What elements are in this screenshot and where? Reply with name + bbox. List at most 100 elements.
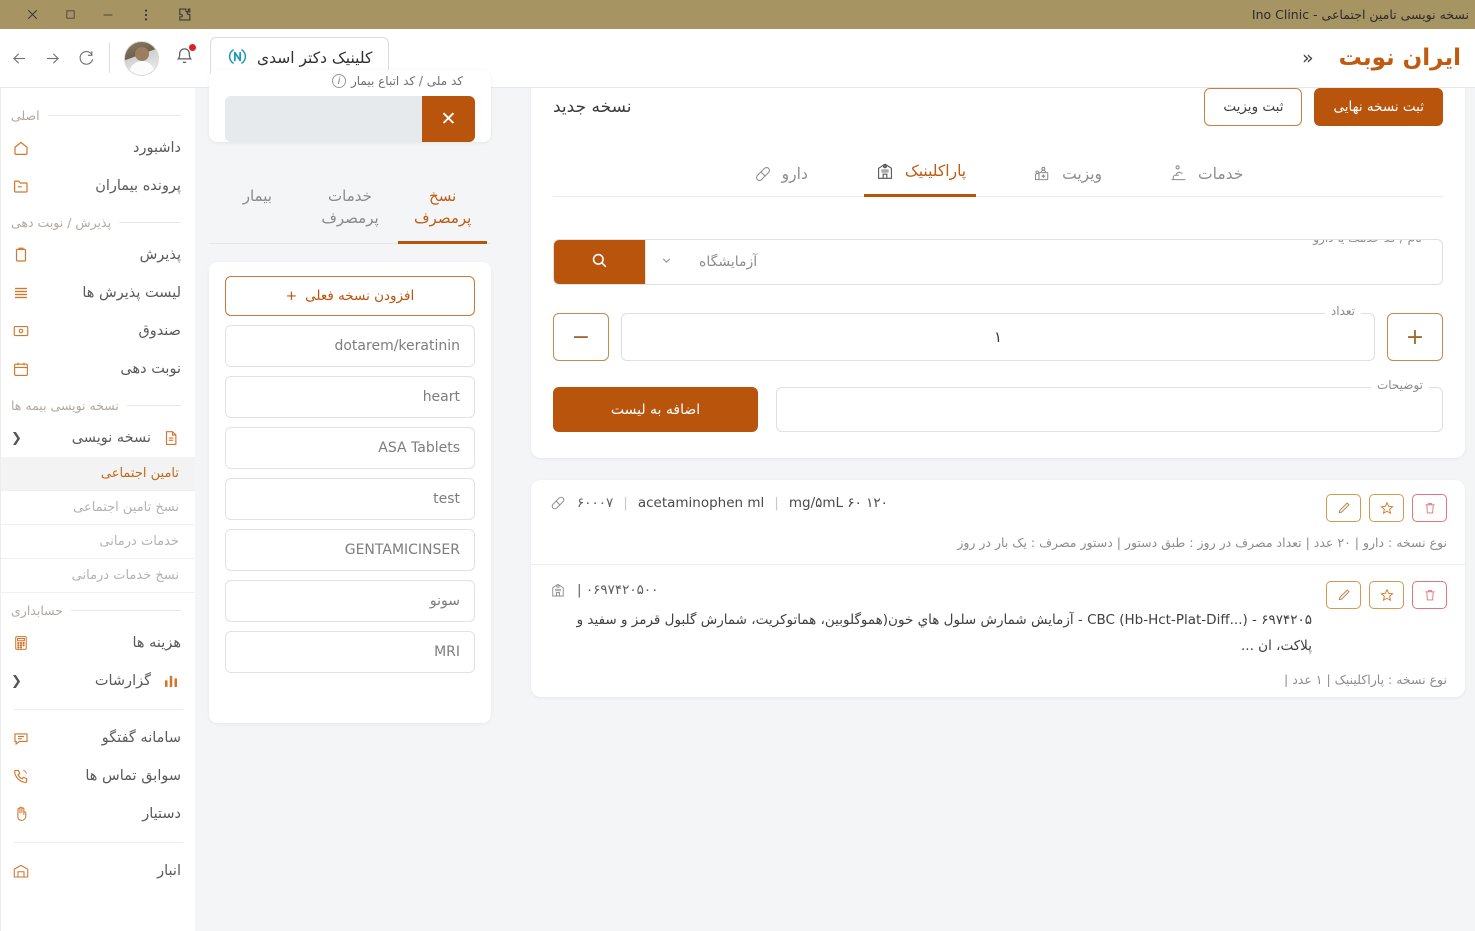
section-rule xyxy=(47,115,181,116)
service-search-input[interactable] xyxy=(771,240,1442,284)
sidebar-item-prescription[interactable]: نسخه نویسی ❮ xyxy=(1,419,195,457)
add-current-prescription-button[interactable]: افزودن نسخه فعلی + xyxy=(225,275,475,316)
browser-titlebar: نسخه نویسی تامین اجتماعی - Ino Clinic xyxy=(0,0,1475,29)
list-icon xyxy=(11,283,31,303)
prescription-name: acetaminophen ml xyxy=(637,495,765,511)
list-item[interactable]: ASA Tablets xyxy=(225,426,475,469)
sidebar-item-reception-list[interactable]: لیست پذیرش ها xyxy=(1,274,195,312)
clipboard-icon xyxy=(11,245,31,265)
prescription-item-paraclinic: ۰۶۹۷۴۲۰۵۰۰ | ۶۹۷۴۲۰۵ - (...CBC (Hb-Hct-P… xyxy=(549,565,1447,697)
description-input[interactable] xyxy=(776,387,1443,432)
search-button[interactable] xyxy=(554,240,645,284)
patient-code-label-text: کد ملی / کد اتباع بیمار xyxy=(350,74,463,88)
sidebar-subitem-nosakh-khadamat[interactable]: نسخ خدمات درمانی xyxy=(1,559,195,593)
page-body: ثبت نسخه نهایی ثبت ویزیت نسخه جدید خدمات xyxy=(0,70,1475,931)
info-icon[interactable]: i xyxy=(331,74,346,88)
sidebar-item-cashbox[interactable]: صندوق xyxy=(1,312,195,350)
reload-icon[interactable] xyxy=(76,49,95,68)
sidebar-section-prescription: نسخه نویسی بیمه ها xyxy=(1,388,195,419)
sidebar-item-label: صندوق xyxy=(138,323,181,339)
quantity-value[interactable]: ۱ xyxy=(621,313,1375,361)
sidebar-item-reports[interactable]: گزارشات ❮ xyxy=(1,662,195,700)
sidebar-item-chat[interactable]: سامانه گفتگو xyxy=(1,719,195,757)
warehouse-icon xyxy=(11,861,31,881)
user-avatar[interactable] xyxy=(124,40,159,76)
close-button[interactable] xyxy=(14,1,50,29)
submit-visit-button[interactable]: ثبت ویزیت xyxy=(1204,88,1303,126)
sidebar-item-label: داشبورد xyxy=(133,140,181,156)
clear-patient-code-button[interactable]: ✕ xyxy=(422,96,475,142)
list-item[interactable]: test xyxy=(225,477,475,520)
notification-dot xyxy=(189,43,196,51)
notification-bell-button[interactable] xyxy=(173,43,196,72)
tab-khadamat[interactable]: خدمات xyxy=(1158,157,1253,196)
side-panel: کد ملی / کد اتباع بیمار i ✕ نسخ پرمصرف خ… xyxy=(195,70,505,931)
pencil-icon[interactable] xyxy=(1326,581,1361,609)
list-item[interactable]: MRI xyxy=(225,630,475,673)
prescription-code: ۰۶۹۷۴۲۰۵۰۰ | xyxy=(577,582,659,598)
tab-frequent-prescriptions[interactable]: نسخ پرمصرف xyxy=(398,178,487,244)
prescription-row-info: ۰۶۹۷۴۲۰۵۰۰ | ۶۹۷۴۲۰۵ - (...CBC (Hb-Hct-P… xyxy=(549,581,1312,659)
sidebar-item-reception[interactable]: پذیرش xyxy=(1,236,195,274)
cashbox-icon xyxy=(11,321,31,341)
list-item[interactable]: GENTAMICINSER xyxy=(225,528,475,571)
sidebar-item-call-history[interactable]: سوابق تماس ها xyxy=(1,757,195,795)
quantity-decrease-button[interactable]: − xyxy=(553,313,609,361)
forward-icon[interactable] xyxy=(43,49,62,68)
minimize-button[interactable] xyxy=(90,1,126,29)
sidebar-item-appointments[interactable]: نوبت دهی xyxy=(1,350,195,388)
add-current-label: افزودن نسخه فعلی xyxy=(305,287,415,304)
list-item[interactable]: dotarem/keratinin xyxy=(225,324,475,367)
document-icon xyxy=(161,428,181,448)
trash-icon[interactable] xyxy=(1412,581,1447,609)
tab-medicine[interactable]: دارو xyxy=(743,158,818,196)
add-to-list-button[interactable]: اضافه به لیست xyxy=(553,387,758,432)
service-search-fieldset: نام / کد خدمت یا دارو آزمایشگاه xyxy=(553,239,1443,285)
prescription-meta: نوع نسخه : دارو | ۲۰ عدد | تعداد مصرف در… xyxy=(957,535,1447,550)
sidebar-item-dashboard[interactable]: داشبورد xyxy=(1,129,195,167)
back-icon[interactable] xyxy=(10,49,29,68)
maximize-button[interactable] xyxy=(52,1,88,29)
tab-medicine-label: دارو xyxy=(781,165,808,183)
tab-frequent-services[interactable]: خدمات پرمصرف xyxy=(306,178,395,243)
tab-visit[interactable]: ویزیت xyxy=(1022,157,1112,196)
quantity-label: تعداد xyxy=(1324,304,1361,318)
ino-logo-icon xyxy=(227,46,248,71)
folder-icon xyxy=(11,176,31,196)
new-prescription-card: ثبت نسخه نهایی ثبت ویزیت نسخه جدید خدمات xyxy=(531,70,1465,458)
category-value: آزمایشگاه xyxy=(699,254,758,270)
sidebar-item-label: سوابق تماس ها xyxy=(85,768,181,784)
extensions-icon[interactable] xyxy=(166,1,202,29)
section-rule xyxy=(119,222,181,223)
form-action-buttons: ثبت نسخه نهایی ثبت ویزیت xyxy=(1204,88,1443,126)
category-dropdown[interactable]: آزمایشگاه xyxy=(645,240,771,284)
sidebar-item-patient-files[interactable]: پرونده بیماران xyxy=(1,167,195,205)
prescription-code: ۶۰۰۰۷ xyxy=(577,495,614,511)
sidebar-item-assistant[interactable]: دستیار xyxy=(1,795,195,833)
submit-final-prescription-button[interactable]: ثبت نسخه نهایی xyxy=(1314,88,1443,126)
list-item[interactable]: heart xyxy=(225,375,475,418)
tab-paraclinic[interactable]: پاراکلینیک xyxy=(863,154,977,197)
kebab-menu-icon[interactable] xyxy=(128,1,164,29)
star-icon[interactable] xyxy=(1369,494,1404,522)
sidebar-subitem-khadamat-darmani[interactable]: خدمات درمانی xyxy=(1,525,195,559)
pencil-icon[interactable] xyxy=(1326,494,1361,522)
sidebar-item-warehouse[interactable]: انبار xyxy=(1,852,195,890)
quantity-increase-button[interactable]: + xyxy=(1387,313,1443,361)
sidebar-item-label: لیست پذیرش ها xyxy=(82,285,181,301)
header-brand-area: ایران نوبت « xyxy=(1295,45,1461,71)
pill-icon xyxy=(549,494,567,512)
star-icon[interactable] xyxy=(1369,581,1404,609)
prescription-type-tabs: خدمات ویزیت پاراکلینیک دارو xyxy=(553,154,1443,197)
tab-patient[interactable]: بیمار xyxy=(213,178,302,243)
sidebar-item-expenses[interactable]: هزینه ها xyxy=(1,624,195,662)
list-item[interactable]: سونو xyxy=(225,579,475,622)
sidebar-collapse-button[interactable]: « xyxy=(1295,45,1321,71)
trash-icon[interactable] xyxy=(1412,494,1447,522)
sidebar: اصلی داشبورد پرونده بیماران پذیرش / نوبت… xyxy=(0,88,195,931)
sidebar-item-label: انبار xyxy=(157,863,181,879)
sidebar-subitem-tamin-ejtemaei[interactable]: تامین اجتماعی xyxy=(1,457,195,491)
sidebar-subitem-nosakh-tamin[interactable]: نسخ تامین اجتماعی xyxy=(1,491,195,525)
sidebar-item-label: نوبت دهی xyxy=(120,361,181,377)
prescription-description: ۶۹۷۴۲۰۵ - (...CBC (Hb-Hct-Plat-Diff - آز… xyxy=(576,612,1312,654)
